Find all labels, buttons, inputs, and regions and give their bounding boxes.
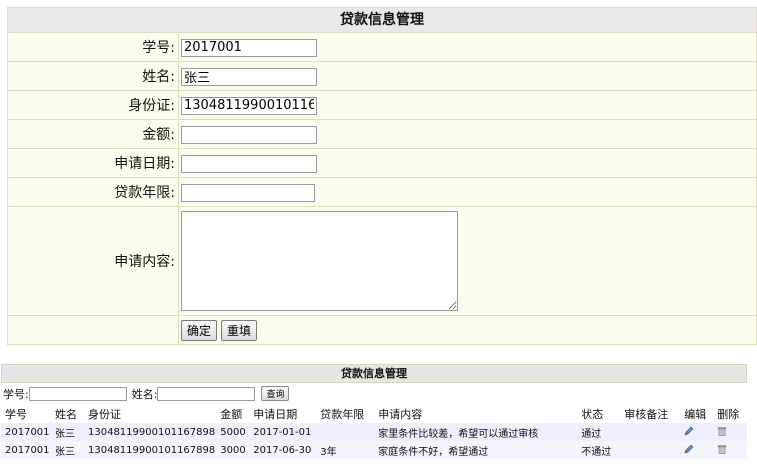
col-content: 申请内容 bbox=[378, 407, 423, 421]
cell-student-id: 2017001 bbox=[1, 441, 51, 459]
loan-years-input[interactable] bbox=[181, 183, 315, 202]
cell-amount: 5000 bbox=[216, 423, 250, 441]
col-loan-years: 贷款年限 bbox=[320, 407, 365, 421]
cell-remark bbox=[620, 441, 681, 459]
search-student-id-input[interactable] bbox=[28, 386, 127, 401]
cell-amount: 3000 bbox=[216, 441, 250, 459]
content-textarea[interactable] bbox=[181, 211, 458, 311]
loan-list: 贷款信息管理 学号: 姓名: 查询 学号 姓名 身份证 金额 申请日期 贷款年限… bbox=[1, 364, 747, 459]
delete-cell bbox=[713, 441, 747, 459]
student-id-input[interactable] bbox=[181, 38, 317, 57]
search-name-label: 姓名: bbox=[131, 387, 158, 401]
cell-id-card: 13048119900101167898 bbox=[84, 423, 217, 441]
col-status: 状态 bbox=[581, 407, 604, 421]
col-delete: 删除 bbox=[717, 407, 740, 421]
delete-cell bbox=[713, 423, 747, 441]
col-student-id: 学号 bbox=[5, 407, 27, 421]
col-name: 姓名 bbox=[55, 407, 77, 421]
apply-date-label: 申请日期: bbox=[7, 148, 179, 178]
cell-years bbox=[316, 423, 375, 441]
table-row: 2017001 张三 13048119900101167898 3000 201… bbox=[1, 441, 747, 459]
cell-name: 张三 bbox=[51, 423, 84, 441]
name-input[interactable] bbox=[181, 67, 317, 86]
id-card-input[interactable] bbox=[181, 96, 317, 115]
cell-student-id: 2017001 bbox=[1, 423, 51, 441]
buttons-label-cell bbox=[7, 315, 179, 345]
cell-years: 3年 bbox=[316, 441, 375, 459]
cell-status: 通过 bbox=[577, 423, 621, 441]
cell-id-card: 13048119900101167898 bbox=[84, 441, 217, 459]
trash-icon[interactable] bbox=[717, 426, 727, 436]
search-name-input[interactable] bbox=[157, 386, 256, 401]
search-bar: 学号: 姓名: 查询 bbox=[1, 383, 747, 404]
cell-content: 家庭条件不好，希望通过 bbox=[374, 441, 578, 459]
edit-icon[interactable] bbox=[684, 444, 694, 454]
loan-years-label: 贷款年限: bbox=[7, 177, 179, 207]
id-card-label: 身份证: bbox=[7, 90, 179, 120]
amount-label: 金额: bbox=[7, 119, 179, 149]
cell-name: 张三 bbox=[51, 441, 84, 459]
loan-table: 学号 姓名 身份证 金额 申请日期 贷款年限 申请内容 状态 审核备注 编辑 删… bbox=[1, 404, 747, 459]
search-student-id-label: 学号: bbox=[3, 387, 29, 401]
content-label: 申请内容: bbox=[7, 206, 179, 316]
form-title: 贷款信息管理 bbox=[7, 7, 757, 33]
col-remark: 审核备注 bbox=[624, 407, 669, 421]
loan-form: 贷款信息管理 学号: 姓名: 身份证: 金额: 申请日期: 贷款年限: 申请内容… bbox=[7, 7, 757, 345]
trash-icon[interactable] bbox=[717, 444, 727, 454]
amount-input[interactable] bbox=[181, 125, 317, 144]
name-label: 姓名: bbox=[7, 61, 179, 91]
reset-button[interactable]: 重填 bbox=[221, 319, 258, 341]
col-id-card: 身份证 bbox=[88, 407, 121, 421]
table-header: 学号 姓名 身份证 金额 申请日期 贷款年限 申请内容 状态 审核备注 编辑 删… bbox=[1, 404, 747, 423]
cell-remark bbox=[620, 423, 681, 441]
col-edit: 编辑 bbox=[684, 407, 707, 421]
cell-date: 2017-06-30 bbox=[249, 441, 317, 459]
confirm-button[interactable]: 确定 bbox=[181, 319, 218, 341]
col-apply-date: 申请日期 bbox=[253, 407, 298, 421]
edit-cell bbox=[680, 423, 714, 441]
apply-date-input[interactable] bbox=[181, 154, 317, 173]
edit-cell bbox=[680, 441, 714, 459]
cell-date: 2017-01-01 bbox=[249, 423, 317, 441]
query-button[interactable]: 查询 bbox=[261, 386, 290, 401]
cell-status: 不通过 bbox=[577, 441, 621, 459]
student-id-label: 学号: bbox=[7, 32, 179, 62]
list-title: 贷款信息管理 bbox=[1, 364, 747, 383]
col-amount: 金额 bbox=[220, 407, 243, 421]
cell-content: 家里条件比较差，希望可以通过审核 bbox=[374, 423, 578, 441]
edit-icon[interactable] bbox=[684, 426, 694, 436]
table-row: 2017001 张三 13048119900101167898 5000 201… bbox=[1, 423, 747, 441]
